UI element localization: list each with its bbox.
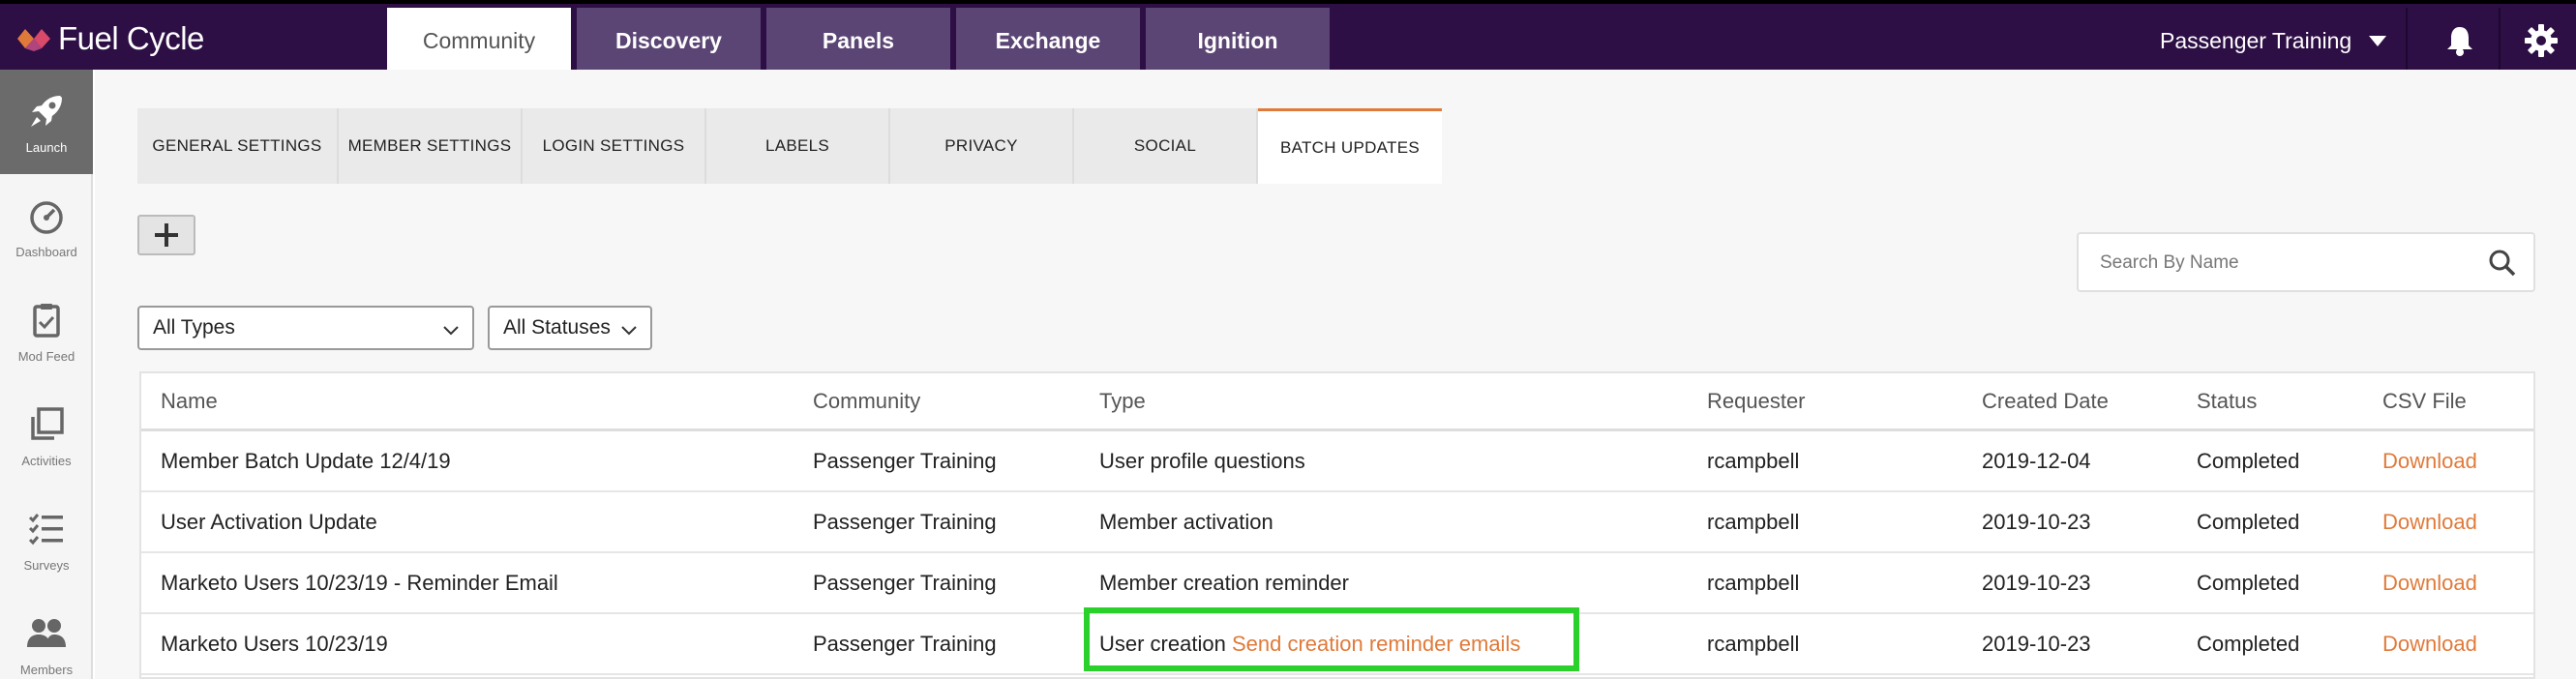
fuel-cycle-logo-icon [17, 29, 50, 51]
tab-exchange[interactable]: Exchange [956, 8, 1140, 74]
row-status: Completed [2197, 570, 2300, 595]
left-sidebar: Launch Dashboard Mod Feed Activities Sur… [0, 70, 93, 679]
status-filter-value: All Statuses [503, 316, 611, 339]
checklist-icon [25, 508, 68, 550]
tab-discovery[interactable]: Discovery [577, 8, 761, 74]
download-csv-link[interactable]: Download [2382, 492, 2477, 551]
row-community: Passenger Training [813, 631, 997, 656]
row-name: Marketo Users 10/23/19 - Reminder Email [161, 570, 558, 595]
tab-community[interactable]: Community [387, 8, 571, 74]
row-type: User profile questions [1099, 448, 1305, 473]
row-requester: rcampbell [1707, 509, 1800, 534]
top-navbar: Fuel Cycle Community Discovery Panels Ex… [0, 0, 2576, 74]
row-status: Completed [2197, 448, 2300, 473]
copy-icon [25, 403, 68, 446]
tab-ignition[interactable]: Ignition [1146, 8, 1330, 74]
gauge-icon [25, 194, 68, 237]
sidebar-item-surveys[interactable]: Surveys [0, 487, 93, 592]
column-header-status[interactable]: Status [2197, 373, 2257, 428]
row-status: Completed [2197, 631, 2300, 656]
sidebar-item-label: Surveys [23, 557, 70, 573]
status-filter-select[interactable]: All Statuses [488, 306, 652, 350]
sidebar-item-label: Activities [21, 453, 72, 468]
tab-labels[interactable]: LABELS [706, 108, 890, 184]
sidebar-item-launch[interactable]: Launch [0, 70, 93, 174]
top-tabs: Community Discovery Panels Exchange Igni… [387, 8, 1335, 74]
sidebar-item-mod-feed[interactable]: Mod Feed [0, 279, 93, 383]
account-name: Passenger Training [2160, 27, 2352, 53]
sidebar-item-label: Launch [25, 139, 68, 155]
chevron-down-icon [621, 326, 637, 336]
row-created-date: 2019-10-23 [1982, 570, 2091, 595]
highlight-box [1084, 607, 1579, 671]
search-icon[interactable] [2487, 248, 2518, 279]
column-header-csv-file[interactable]: CSV File [2382, 373, 2467, 428]
row-created-date: 2019-10-23 [1982, 631, 2091, 656]
row-community: Passenger Training [813, 509, 997, 534]
sidebar-item-label: Dashboard [15, 244, 77, 259]
tab-privacy[interactable]: PRIVACY [890, 108, 1074, 184]
search-input[interactable] [2100, 250, 2468, 277]
divider [2406, 8, 2408, 74]
row-community: Passenger Training [813, 570, 997, 595]
table-row: User Activation Update Passenger Trainin… [141, 492, 2533, 553]
sidebar-item-label: Members [19, 662, 74, 677]
column-header-requester[interactable]: Requester [1707, 373, 1806, 428]
caret-down-icon [2369, 35, 2387, 46]
row-created-date: 2019-10-23 [1982, 509, 2091, 534]
row-status: Completed [2197, 509, 2300, 534]
fuel-cycle-logo[interactable]: Fuel Cycle [17, 20, 204, 56]
row-name: User Activation Update [161, 509, 377, 534]
search-box [2077, 232, 2535, 292]
table-row: Member Batch Update 12/4/19 Passenger Tr… [141, 431, 2533, 492]
account-switcher[interactable]: Passenger Training [2160, 8, 2387, 74]
plus-icon [155, 223, 178, 247]
tab-panels[interactable]: Panels [766, 8, 950, 74]
row-community: Passenger Training [813, 448, 997, 473]
brand-name: Fuel Cycle [58, 20, 204, 56]
type-filter-select[interactable]: All Types [137, 306, 474, 350]
row-type: Member creation reminder [1099, 570, 1349, 595]
table-header: Name Community Type Requester Created Da… [141, 373, 2533, 431]
sidebar-item-dashboard[interactable]: Dashboard [0, 174, 93, 279]
tab-member-settings[interactable]: MEMBER SETTINGS [339, 108, 523, 184]
column-header-name[interactable]: Name [161, 373, 218, 428]
row-requester: rcampbell [1707, 448, 1800, 473]
chevron-down-icon [443, 326, 459, 336]
download-csv-link[interactable]: Download [2382, 431, 2477, 490]
column-header-created-date[interactable]: Created Date [1982, 373, 2109, 428]
sidebar-item-label: Mod Feed [17, 348, 75, 364]
row-requester: rcampbell [1707, 570, 1800, 595]
download-csv-link[interactable]: Download [2382, 614, 2477, 673]
column-header-type[interactable]: Type [1099, 373, 1146, 428]
row-requester: rcampbell [1707, 631, 1800, 656]
settings-tabs: GENERAL SETTINGS MEMBER SETTINGS LOGIN S… [137, 108, 1442, 184]
row-created-date: 2019-12-04 [1982, 448, 2091, 473]
bell-icon[interactable] [2441, 21, 2479, 60]
gear-icon[interactable] [2522, 21, 2561, 60]
tab-social[interactable]: SOCIAL [1074, 108, 1258, 184]
main-content: GENERAL SETTINGS MEMBER SETTINGS LOGIN S… [95, 70, 2576, 679]
sidebar-item-members[interactable]: Members [0, 592, 93, 679]
tab-general-settings[interactable]: GENERAL SETTINGS [137, 108, 339, 184]
column-header-community[interactable]: Community [813, 373, 920, 428]
clipboard-icon [25, 299, 68, 341]
tab-batch-updates[interactable]: BATCH UPDATES [1258, 108, 1442, 184]
users-icon [25, 612, 68, 655]
download-csv-link[interactable]: Download [2382, 553, 2477, 612]
table-row: Marketo Users 10/23/19 - Reminder Email … [141, 553, 2533, 614]
type-filter-value: All Types [153, 316, 235, 339]
divider [2499, 8, 2501, 74]
row-name: Member Batch Update 12/4/19 [161, 448, 451, 473]
add-batch-update-button[interactable] [137, 215, 195, 255]
row-name: Marketo Users 10/23/19 [161, 631, 388, 656]
rocket-icon [25, 90, 68, 133]
sidebar-item-activities[interactable]: Activities [0, 383, 93, 487]
tab-login-settings[interactable]: LOGIN SETTINGS [523, 108, 706, 184]
row-type: Member activation [1099, 509, 1273, 534]
